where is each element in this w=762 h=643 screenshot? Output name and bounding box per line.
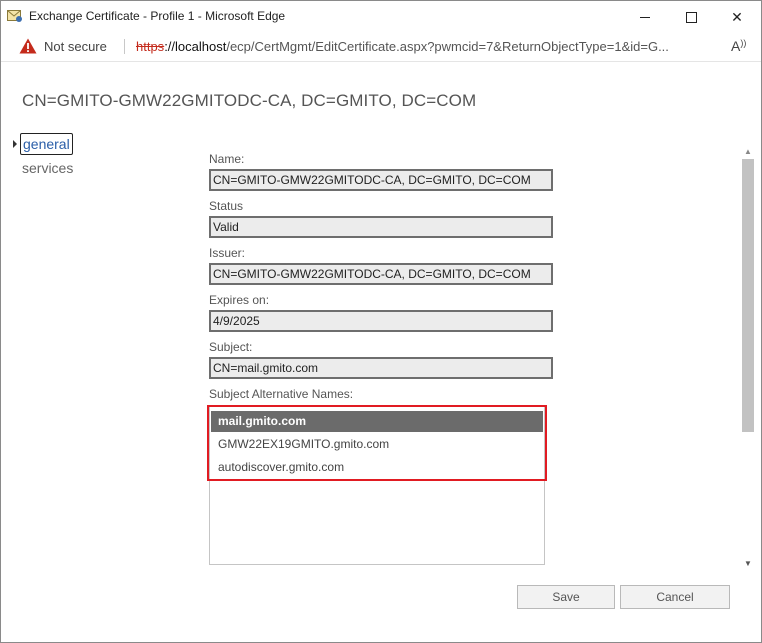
url-path: /ecp/CertMgmt/EditCertificate.aspx?pwmci… (226, 39, 669, 54)
close-button[interactable]: ✕ (714, 1, 760, 33)
browser-window: Exchange Certificate - Profile 1 - Micro… (0, 0, 762, 643)
address-divider (124, 39, 125, 54)
status-field[interactable]: Valid (209, 216, 553, 238)
close-icon: ✕ (731, 8, 743, 25)
url-scheme: https (136, 39, 165, 54)
subject-field[interactable]: CN=mail.gmito.com (209, 357, 553, 379)
maximize-icon (685, 11, 697, 23)
expires-label: Expires on: (209, 293, 270, 307)
issuer-label: Issuer: (209, 246, 246, 260)
exchange-certificate-icon (7, 10, 22, 22)
cancel-button[interactable]: Cancel (620, 585, 730, 609)
minimize-button[interactable] (622, 1, 668, 33)
scrollbar-thumb[interactable] (742, 159, 754, 432)
nav-item-services[interactable]: services (22, 160, 73, 176)
name-label: Name: (209, 152, 245, 166)
page-title: CN=GMITO-GMW22GMITODC-CA, DC=GMITO, DC=C… (22, 91, 477, 110)
address-bar[interactable]: Not secure https://localhost/ecp/CertMgm… (1, 33, 761, 62)
san-highlight-annotation (207, 405, 547, 481)
san-label: Subject Alternative Names: (209, 387, 354, 401)
subject-label: Subject: (209, 340, 253, 354)
window-title: Exchange Certificate - Profile 1 - Micro… (29, 9, 286, 23)
nav-selected-caret-icon (13, 140, 17, 148)
issuer-field[interactable]: CN=GMITO-GMW22GMITODC-CA, DC=GMITO, DC=C… (209, 263, 553, 285)
read-aloud-icon[interactable]: A)) (731, 38, 746, 54)
name-field[interactable]: CN=GMITO-GMW22GMITODC-CA, DC=GMITO, DC=C… (209, 169, 553, 191)
scroll-down-icon[interactable]: ▼ (744, 559, 752, 568)
title-bar: Exchange Certificate - Profile 1 - Micro… (1, 1, 761, 33)
not-secure-label[interactable]: Not secure (44, 39, 107, 54)
nav-item-general[interactable]: general (20, 133, 73, 155)
scroll-up-icon[interactable]: ▲ (744, 147, 752, 156)
url-host: ://localhost (164, 39, 227, 54)
warning-icon[interactable] (19, 38, 37, 54)
maximize-button[interactable] (668, 1, 714, 33)
url-field[interactable]: https://localhost/ecp/CertMgmt/EditCerti… (136, 39, 721, 54)
status-label: Status (209, 199, 244, 213)
expires-field[interactable]: 4/9/2025 (209, 310, 553, 332)
save-button[interactable]: Save (517, 585, 615, 609)
minimize-icon (640, 16, 650, 18)
